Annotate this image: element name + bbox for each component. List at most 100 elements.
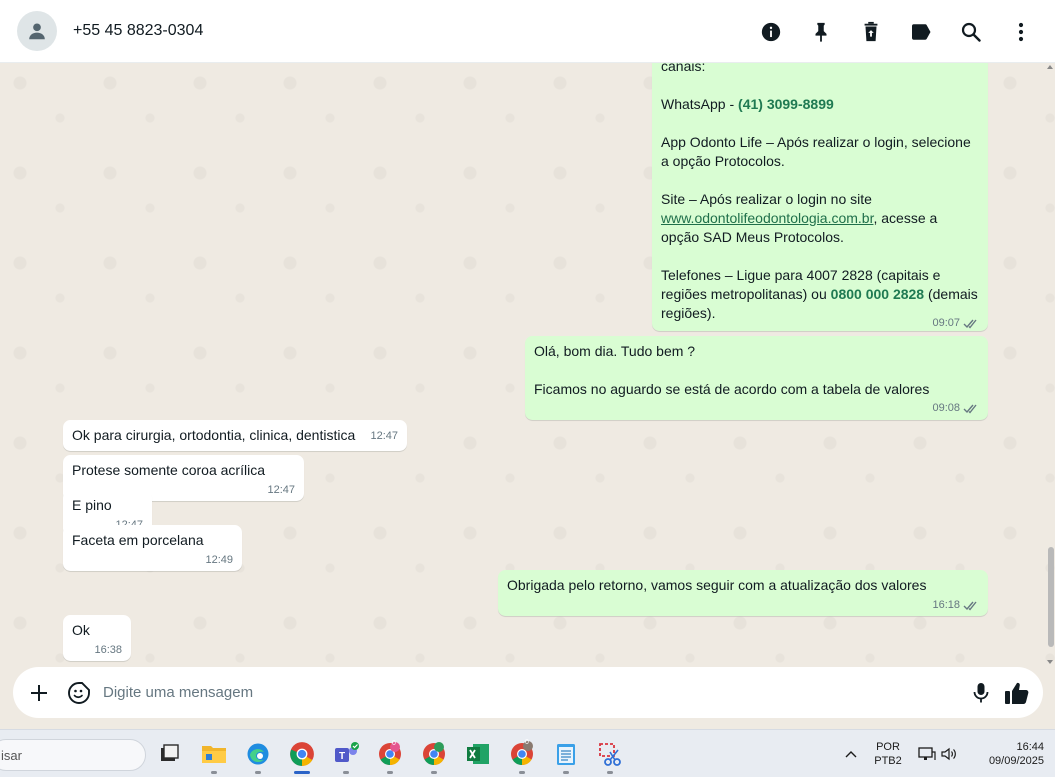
taskbar-search[interactable]: isar [0, 739, 146, 771]
message-outgoing[interactable]: canais: WhatsApp - (41) 3099-8899 App Od… [652, 63, 988, 331]
delete-icon [864, 21, 878, 41]
message-incoming[interactable]: Ok 16:38 [63, 615, 131, 661]
contact-name[interactable]: +55 45 8823-0304 [73, 22, 203, 40]
chrome-profile-button[interactable]: 0 [507, 739, 537, 769]
volume-button[interactable] [934, 739, 964, 769]
app-running-indicator [343, 771, 349, 774]
like-button[interactable] [999, 675, 1035, 711]
chat-scrollbar[interactable] [1046, 63, 1054, 666]
speaker-icon [941, 747, 956, 761]
site-link[interactable]: www.odontolifeodontologia.com.br [661, 210, 873, 226]
chrome-profile-icon [379, 742, 401, 765]
notepad-icon [557, 744, 575, 765]
message-incoming[interactable]: Faceta em porcelana 12:49 [63, 525, 242, 571]
keyboard-layout: PTB2 [874, 755, 902, 767]
teams-button[interactable]: T [331, 739, 361, 769]
label-icon [912, 23, 931, 40]
clock-date: 09/09/2025 [988, 755, 1044, 767]
message-meta: 16:18 [932, 598, 979, 613]
taskbar-search-text: isar [1, 747, 22, 763]
language-code: POR [876, 741, 900, 753]
header-actions [757, 0, 1035, 63]
clock[interactable]: 16:44 09/09/2025 [968, 740, 1044, 768]
voice-message-button[interactable] [963, 675, 999, 711]
message-line: Ficamos no aguardo se está de acordo com… [534, 380, 979, 414]
scroll-up-icon[interactable] [1046, 63, 1054, 71]
search-button[interactable] [957, 18, 985, 46]
message-incoming[interactable]: Ok para cirurgia, ortodontia, clinica, d… [63, 420, 407, 451]
person-icon [29, 23, 45, 40]
sticker-icon [68, 681, 90, 704]
language-indicator[interactable]: POR PTB2 [866, 740, 910, 768]
label-button[interactable] [907, 18, 935, 46]
message-time: 09:08 [932, 402, 960, 414]
chat-header: +55 45 8823-0304 [0, 0, 1055, 63]
message-line: Telefones – Ligue para 4007 2828 (capita… [661, 267, 978, 329]
message-time: 12:49 [205, 554, 233, 566]
show-hidden-icons-button[interactable] [836, 739, 866, 769]
clock-time: 16:44 [1016, 741, 1044, 753]
message-text: Ok para cirurgia, ortodontia, clinica, d… [72, 427, 356, 443]
message-line: WhatsApp - (41) 3099-8899 [661, 96, 834, 112]
app-running-indicator [387, 771, 393, 774]
phone-number[interactable]: (41) 3099-8899 [738, 96, 834, 112]
scroll-thumb[interactable] [1048, 547, 1054, 647]
pin-icon [815, 22, 827, 42]
chrome-profile-button[interactable]: 0 [375, 739, 405, 769]
message-outgoing[interactable]: Obrigada pelo retorno, vamos seguir com … [498, 570, 988, 616]
message-text: canais: WhatsApp - (41) 3099-8899 App Od… [661, 63, 979, 329]
pin-button[interactable] [807, 18, 835, 46]
excel-button[interactable] [463, 739, 493, 769]
file-explorer-icon [202, 746, 226, 763]
double-check-icon [963, 601, 977, 611]
chrome-profile-button[interactable] [419, 739, 449, 769]
chrome-profile-icon [511, 741, 533, 765]
message-time: 16:18 [932, 599, 960, 611]
profile-badge: 0 [525, 739, 529, 746]
message-time: 09:07 [932, 317, 960, 329]
plus-icon [31, 684, 47, 701]
snipping-tool-button[interactable] [595, 739, 625, 769]
search-icon [961, 22, 981, 42]
avatar[interactable] [17, 11, 57, 51]
message-meta: 12:47 [267, 483, 295, 498]
message-input[interactable] [103, 684, 963, 701]
chrome-button[interactable] [287, 739, 317, 769]
scroll-down-icon[interactable] [1046, 658, 1054, 666]
message-meta: 09:07 [932, 316, 979, 331]
task-view-button[interactable] [155, 739, 185, 769]
profile-badge: 0 [392, 740, 396, 747]
file-explorer-button[interactable] [199, 739, 229, 769]
message-list[interactable]: canais: WhatsApp - (41) 3099-8899 App Od… [0, 63, 1055, 666]
message-outgoing[interactable]: Olá, bom dia. Tudo bem ? Ficamos no agua… [525, 336, 988, 420]
snipping-tool-icon [599, 743, 621, 766]
info-button[interactable] [757, 18, 785, 46]
message-text: Ok [72, 622, 90, 638]
phone-number[interactable]: 0800 000 2828 [831, 286, 924, 302]
message-meta: 12:49 [205, 553, 233, 568]
chevron-up-icon [845, 751, 857, 758]
svg-text:T: T [339, 751, 345, 762]
message-text: Protese somente coroa acrílica [72, 462, 265, 478]
message-time: 16:38 [94, 644, 122, 656]
message-line: Site – Após realizar o login no site www… [661, 191, 938, 245]
message-text: Obrigada pelo retorno, vamos seguir com … [507, 577, 927, 593]
edge-button[interactable] [243, 739, 273, 769]
message-line: canais: [661, 63, 706, 74]
attach-button[interactable] [21, 675, 57, 711]
chrome-profile-icon [423, 742, 445, 765]
app-active-indicator [294, 771, 310, 774]
message-line: Olá, bom dia. Tudo bem ? [534, 343, 696, 359]
delete-button[interactable] [857, 18, 885, 46]
notepad-button[interactable] [551, 739, 581, 769]
windows-taskbar: isar T 0 0 POR PTB2 16:44 09/09/2025 [0, 729, 1055, 777]
message-composer [13, 667, 1043, 718]
menu-button[interactable] [1007, 18, 1035, 46]
double-check-icon [963, 404, 977, 414]
message-time: 12:47 [267, 484, 295, 496]
app-running-indicator [607, 771, 613, 774]
message-meta: 16:38 [94, 643, 122, 658]
sticker-button[interactable] [61, 675, 97, 711]
edge-icon [247, 743, 269, 765]
microphone-icon [973, 682, 989, 702]
